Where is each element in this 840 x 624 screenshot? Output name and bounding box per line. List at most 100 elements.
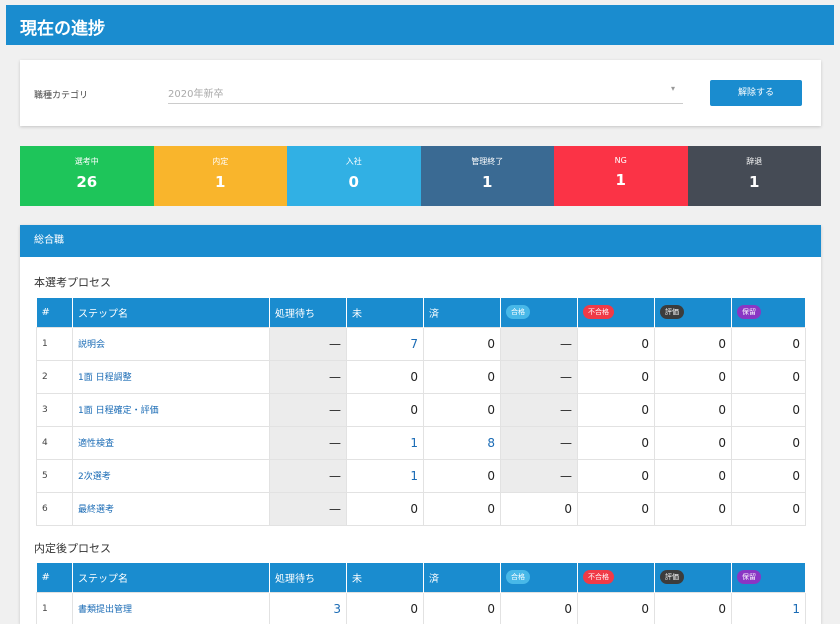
stat-label: 選考中 (74, 157, 99, 166)
badge-pass: 合格 (506, 305, 530, 320)
count-fail: 0 (577, 425, 655, 460)
count-fail: 0 (577, 359, 655, 394)
badge-fail: 不合格 (583, 570, 614, 585)
column-header-pass: 合格 (500, 563, 578, 592)
clear-filter-button[interactable]: 解除する (710, 80, 802, 106)
stat-label: 内定 (212, 157, 229, 166)
job-category-value: 2020年新卒 (168, 89, 224, 100)
step-name-link[interactable]: 1面 日程確定・評価 (72, 392, 270, 427)
count-pass: 0 (500, 591, 578, 624)
badge-fail: 不合格 (583, 305, 614, 320)
main-process-table: # ステップ名 処理待ち未済合格 不合格 評価 保留 1 説明会 —7 0—0 0 0 2 1面 日程調整… (36, 298, 806, 526)
count-fail: 0 (577, 392, 655, 427)
count-waiting: — (269, 491, 347, 526)
step-index: 1 (36, 326, 73, 361)
job-category-select[interactable]: 2020年新卒 ▾ (168, 78, 683, 104)
stat-offer[interactable]: 内定 1 (153, 146, 287, 206)
count-pass: — (500, 458, 578, 493)
count-done: 0 (423, 458, 501, 493)
count-done: 0 (423, 491, 501, 526)
count-eval: 0 (654, 326, 732, 361)
stat-count: 1 (749, 173, 760, 191)
column-header-name: ステップ名 (72, 298, 270, 327)
section-general: 総合職 本選考プロセス # ステップ名 処理待ち未済合格 不合格 評価 保留 1 説明会 —7 0… (20, 225, 821, 624)
stat-label: 辞退 (746, 157, 763, 166)
step-name-link[interactable]: 適性検査 (72, 425, 270, 460)
step-index: 4 (36, 425, 73, 460)
count-pending: 0 (346, 491, 424, 526)
stat-count: 26 (76, 173, 98, 191)
count-eval: 0 (654, 392, 732, 427)
step-name-link[interactable]: 最終選考 (72, 491, 270, 526)
table-header-row: # ステップ名 処理待ち未済合格 不合格 評価 保留 (36, 298, 806, 327)
count-pending[interactable]: 1 (346, 458, 424, 493)
count-hold: 0 (731, 326, 806, 361)
stat-count: 0 (348, 173, 359, 191)
count-waiting[interactable]: 3 (269, 591, 347, 624)
badge-hold: 保留 (737, 570, 761, 585)
count-waiting: — (269, 326, 347, 361)
stat-count: 1 (482, 173, 493, 191)
count-pass: — (500, 326, 578, 361)
count-pass: — (500, 392, 578, 427)
stat-count: 1 (215, 173, 226, 191)
count-hold: 0 (731, 425, 806, 460)
count-done[interactable]: 8 (423, 425, 501, 460)
stat-label: 入社 (345, 157, 362, 166)
count-eval: 0 (654, 425, 732, 460)
count-hold: 0 (731, 491, 806, 526)
stat-joined[interactable]: 入社 0 (287, 146, 421, 206)
badge-hold: 保留 (737, 305, 761, 320)
table-row: 6 最終選考 —0 0 0 0 0 0 (36, 491, 806, 526)
table-row: 1 説明会 —7 0—0 0 0 (36, 326, 806, 361)
column-header-waiting: 処理待ち (269, 298, 347, 327)
badge-pass: 合格 (506, 570, 530, 585)
step-name-link[interactable]: 2次選考 (72, 458, 270, 493)
column-header-hold: 保留 (731, 298, 806, 327)
stat-closed[interactable]: 管理終了 1 (420, 146, 554, 206)
count-pending: 0 (346, 392, 424, 427)
step-name-link[interactable]: 説明会 (72, 326, 270, 361)
post-offer-process-title: 内定後プロセス (34, 542, 111, 555)
column-header-pass: 合格 (500, 298, 578, 327)
step-name-link[interactable]: 1面 日程調整 (72, 359, 270, 394)
table-row: 5 2次選考 —1 0—0 0 0 (36, 458, 806, 493)
count-fail: 0 (577, 326, 655, 361)
column-header-fail: 不合格 (577, 298, 655, 327)
filter-card: 職種カテゴリ 2020年新卒 ▾ 解除する (20, 60, 821, 126)
column-header-hold: 保留 (731, 563, 806, 592)
table-header-row: # ステップ名 処理待ち未済合格 不合格 評価 保留 (36, 563, 806, 592)
table-row: 1 書類提出管理 3 0 0 0 0 0 1 (36, 591, 806, 624)
stat-count: 1 (615, 171, 626, 189)
table-row: 3 1面 日程確定・評価 —0 0—0 0 0 (36, 392, 806, 427)
count-waiting: — (269, 392, 347, 427)
step-index: 5 (36, 458, 73, 493)
section-title: 総合職 (20, 225, 821, 257)
stat-in-selection[interactable]: 選考中 26 (20, 146, 154, 206)
count-done: 0 (423, 359, 501, 394)
job-category-label: 職種カテゴリ (34, 91, 89, 101)
step-name-link[interactable]: 書類提出管理 (72, 591, 270, 624)
count-eval: 0 (654, 458, 732, 493)
count-pending[interactable]: 1 (346, 425, 424, 460)
step-index: 3 (36, 392, 73, 427)
count-hold: 0 (731, 359, 806, 394)
stat-ng[interactable]: NG 1 (554, 146, 688, 206)
column-header-name: ステップ名 (72, 563, 270, 592)
column-header-idx: # (36, 563, 73, 592)
count-fail: 0 (577, 591, 655, 624)
column-header-fail: 不合格 (577, 563, 655, 592)
count-hold[interactable]: 1 (731, 591, 806, 624)
column-header-pending: 未 (346, 563, 424, 592)
count-fail: 0 (577, 458, 655, 493)
stat-declined[interactable]: 辞退 1 (687, 146, 821, 206)
chevron-down-icon: ▾ (670, 84, 675, 93)
count-pending[interactable]: 7 (346, 326, 424, 361)
count-waiting: — (269, 359, 347, 394)
count-waiting: — (269, 425, 347, 460)
table-row: 4 適性検査 —1 8—0 0 0 (36, 425, 806, 460)
column-header-idx: # (36, 298, 73, 327)
stat-label: NG (614, 156, 627, 165)
count-hold: 0 (731, 458, 806, 493)
top-bar: 現在の進捗 (6, 5, 834, 45)
